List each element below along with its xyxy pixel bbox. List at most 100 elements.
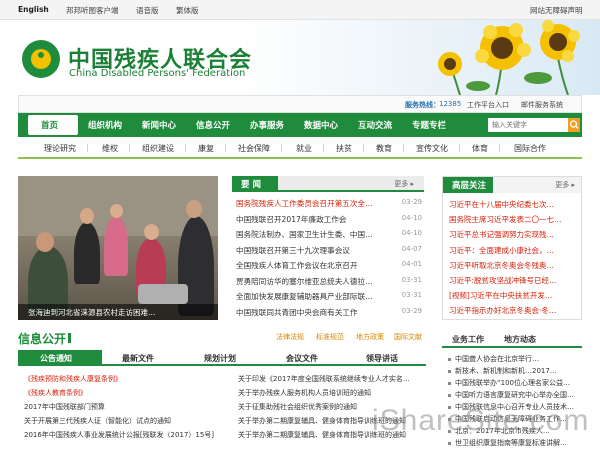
accessibility-link[interactable]: 网站无障碍声明 [530, 5, 583, 16]
affairs-list-item[interactable]: 中国残联举办“100位心理名家公益… [448, 378, 582, 390]
nav-home-label: 首页 [41, 121, 59, 131]
photo-caption-bar: 张海迪到河北省涞源县农村走访困难… [18, 304, 218, 320]
tab-notices[interactable]: 公告通知 [18, 350, 102, 366]
subnav-social-security[interactable]: 社会保障 [238, 143, 270, 154]
affairs-item-title[interactable]: 中国残联举办“100位心理名家公益… [455, 379, 570, 387]
focus-more-link[interactable]: 更多 ▸ [555, 180, 575, 190]
tab-business-work[interactable]: 业务工作 [452, 334, 484, 345]
notice-list-item[interactable]: 2016年中国残疾人事业发展统计公报[残联发（2017）15号] [24, 430, 228, 442]
affairs-list-item[interactable]: 世卫组织康复指南等康复标准讲解… [448, 438, 582, 450]
affairs-item-title[interactable]: 中国听力语言康复研究中心举办全国… [455, 391, 574, 399]
subnav-international[interactable]: 国际合作 [514, 143, 546, 154]
tab-local-news[interactable]: 地方动态 [504, 334, 536, 345]
news-item-title[interactable]: 中国残联召开第三十九次理事会议 [236, 245, 396, 256]
focus-list-item[interactable]: [视频]习近平在中央扶贫开发… [449, 290, 581, 303]
bullet-icon [448, 393, 451, 397]
news-header: 要 闻 更多 ▸ [232, 176, 424, 192]
top-utility-bar: English 邦邦听图客户端 语音版 繁体版 网站无障碍声明 [0, 0, 600, 20]
more-arrow-icon: ▸ [571, 181, 575, 189]
affairs-item-title[interactable]: 中国聋人协会在北京举行… [455, 355, 539, 363]
subnav-employment[interactable]: 就业 [296, 143, 312, 154]
english-link[interactable]: English [18, 5, 49, 14]
notice-list-item[interactable]: 关于开展第三代残疾人证（智能化）试点的通知 [24, 416, 228, 428]
nav-info-disclosure[interactable]: 信息公开 [196, 119, 230, 131]
voice-link[interactable]: 语音版 [136, 5, 159, 16]
news-item-title[interactable]: 全国残疾人体育工作会议在北京召开 [236, 260, 396, 271]
news-item-date: 04-01 [401, 260, 422, 268]
news-list-item[interactable]: 全面加快发展康复辅助器具产业部际联… 03-31 [236, 291, 424, 304]
info-link-local-policy[interactable]: 地方政策 [356, 332, 384, 342]
nav-data-center[interactable]: 数据中心 [304, 119, 338, 131]
search-input[interactable] [488, 118, 568, 132]
focus-list-item[interactable]: 习近平在十八届中央纪委七次… [449, 199, 581, 212]
tab-plans[interactable]: 规划计划 [204, 353, 236, 364]
nav-services[interactable]: 办事服务 [250, 119, 284, 131]
focus-list-item[interactable]: 习近平指示办好北京冬奥会·冬… [449, 305, 581, 318]
traditional-link[interactable]: 繁体版 [176, 5, 199, 16]
focus-list-item[interactable]: 习近平:脱贫攻坚战冲锋号已经… [449, 275, 581, 288]
tab-latest-files[interactable]: 最新文件 [122, 353, 154, 364]
news-item-title[interactable]: 贾勇陪同访华的塞尔维亚总统夫人德拉… [236, 276, 396, 287]
title-marker-icon [68, 333, 72, 343]
news-item-title[interactable]: 中国残联同共青团中央会商有关工作 [236, 307, 396, 318]
nav-news-center[interactable]: 新闻中心 [142, 119, 176, 131]
nav-interaction[interactable]: 互动交流 [358, 119, 392, 131]
affairs-list-item[interactable]: 新技术、新机制和新机…2017… [448, 366, 582, 378]
news-item-title[interactable]: 全面加快发展康复辅助器具产业部际联… [236, 291, 396, 302]
subnav-rehab[interactable]: 康复 [198, 143, 214, 154]
subnav-sports[interactable]: 体育 [472, 143, 488, 154]
subnav-rights[interactable]: 维权 [102, 143, 118, 154]
subnav-org-building[interactable]: 组织建设 [142, 143, 174, 154]
sub-navigation: 理论研究 | 维权 | 组织建设 | 康复 | 社会保障 | 就业 | 扶贫 |… [18, 137, 582, 159]
tab-notices-label: 公告通知 [40, 354, 72, 363]
file-list-item[interactable]: 关于印发《2017年度全国残联系统继续专业人才实名… [238, 374, 424, 386]
subnav-poverty[interactable]: 扶贫 [336, 143, 352, 154]
tab-leader-speeches[interactable]: 领导讲话 [366, 353, 398, 364]
affairs-list-item[interactable]: 中国聋人协会在北京举行… [448, 354, 582, 366]
focus-list-item[interactable]: 习近平：全面建成小康社会，… [449, 245, 581, 258]
focus-list-item[interactable]: 习近平总书记强调努力实现残… [449, 229, 581, 242]
mail-system-link[interactable]: 邮件服务系统 [521, 100, 563, 110]
affairs-item-title[interactable]: 新技术、新机制和新机…2017… [455, 367, 557, 375]
affairs-item-title[interactable]: 世卫组织康复指南等康复标准讲解… [455, 439, 567, 447]
info-link-intl-docs[interactable]: 国际文献 [394, 332, 422, 342]
headline-news-panel: 要 闻 更多 ▸ 国务院残疾人工作委员会召开第五次全… 03-29 中国残联召开20… [232, 176, 424, 320]
affairs-list-item[interactable]: 中国听力语言康复研究中心举办全国… [448, 390, 582, 402]
news-list-item[interactable]: 中国残联召开2017年廉政工作会 04-10 [236, 214, 424, 227]
news-list-item[interactable]: 贾勇陪同访华的塞尔维亚总统夫人德拉… 03-31 [236, 276, 424, 289]
notice-list-item[interactable]: 《残疾预防和残疾人康复条例》 [24, 374, 228, 386]
focus-list-item[interactable]: 习近平听取北京冬奥会冬残奥… [449, 260, 581, 273]
photo-caption[interactable]: 张海迪到河北省涞源县农村走访困难… [28, 307, 156, 318]
notice-list-item[interactable]: 《残疾人教育条例》 [24, 388, 228, 400]
news-list-item[interactable]: 中国残联同共青团中央会商有关工作 03-29 [236, 307, 424, 320]
news-list-item[interactable]: 国务院法制办、国家卫生计生委、中国… 04-10 [236, 229, 424, 242]
nav-home[interactable]: 首页 [28, 115, 78, 135]
news-item-title[interactable]: 国务院残疾人工作委员会召开第五次全… [236, 198, 396, 209]
news-item-title[interactable]: 中国残联召开2017年廉政工作会 [236, 214, 396, 225]
search-button[interactable] [568, 118, 580, 132]
news-list-item[interactable]: 中国残联召开第三十九次理事会议 04-07 [236, 245, 424, 258]
featured-news-photo[interactable]: 张海迪到河北省涞源县农村走访困难… [18, 176, 218, 320]
work-platform-link[interactable]: 工作平台入口 [467, 100, 509, 110]
nav-organization[interactable]: 组织机构 [88, 119, 122, 131]
client-link[interactable]: 邦邦听图客户端 [66, 5, 119, 16]
tab-meeting-files[interactable]: 会议文件 [286, 353, 318, 364]
news-more-link[interactable]: 更多 ▸ [394, 179, 414, 189]
bullet-icon [448, 369, 451, 373]
subnav-theory[interactable]: 理论研究 [44, 143, 76, 154]
search-icon [569, 120, 579, 129]
bullet-icon [448, 381, 451, 385]
news-item-title[interactable]: 国务院法制办、国家卫生计生委、中国… [236, 229, 396, 240]
news-list-item[interactable]: 全国残疾人体育工作会议在北京召开 04-01 [236, 260, 424, 273]
news-list-item[interactable]: 国务院残疾人工作委员会召开第五次全… 03-29 [236, 198, 424, 211]
subnav-culture[interactable]: 宣传文化 [416, 143, 448, 154]
info-link-laws[interactable]: 法律法规 [276, 332, 304, 342]
cdpf-logo-icon[interactable] [22, 40, 60, 78]
bullet-icon [448, 357, 451, 361]
file-list-item[interactable]: 关于举办残疾人服务机构人员培训班的通知 [238, 388, 424, 400]
focus-list-item[interactable]: 国务院主席习近平发表二〇一七… [449, 214, 581, 227]
nav-special-topics[interactable]: 专题专栏 [412, 119, 446, 131]
notice-list-item[interactable]: 2017年中国残联部门预算 [24, 402, 228, 414]
info-link-standards[interactable]: 标准规范 [316, 332, 344, 342]
subnav-education[interactable]: 教育 [376, 143, 392, 154]
